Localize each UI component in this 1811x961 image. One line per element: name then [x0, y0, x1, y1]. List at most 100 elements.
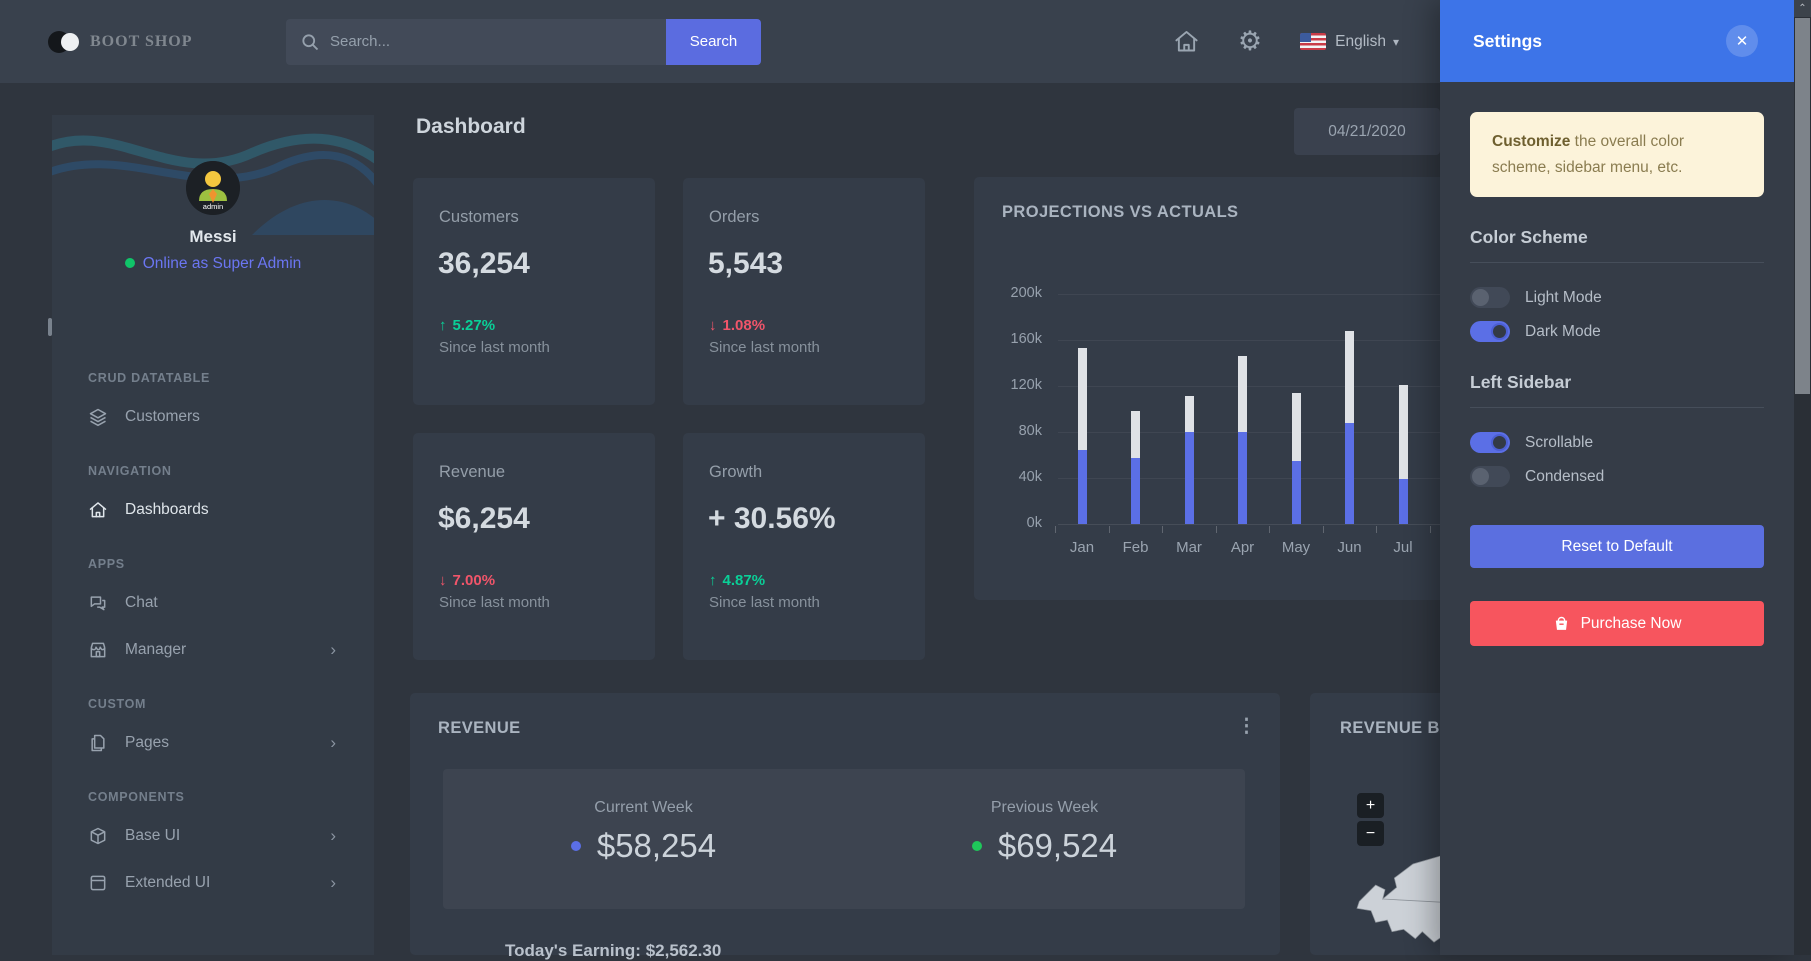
page-scrollbar: ⌃: [1794, 0, 1811, 955]
sidebar-item-dashboards[interactable]: Dashboards: [88, 486, 374, 533]
current-week-dot-icon: [570, 841, 581, 851]
stat-card-revenue: Revenue $6,254 ↓ 7.00% Since last month: [413, 433, 655, 660]
online-dot-icon: [124, 258, 135, 268]
sidebar-item-label: Pages: [125, 733, 169, 751]
bar-projections-jan: [1077, 348, 1087, 451]
toggle-switch[interactable]: [1470, 321, 1510, 343]
bar-actuals-jan: [1077, 450, 1087, 524]
bar-actuals-may: [1291, 460, 1301, 524]
bar-actuals-feb: [1131, 458, 1140, 524]
language-selector[interactable]: English ▾: [1300, 33, 1399, 51]
home-icon: [88, 500, 108, 520]
toggle-scrollable[interactable]: Scrollable: [1470, 432, 1764, 454]
toggle-switch[interactable]: [1470, 466, 1510, 488]
sidebar-heading-navigation: NAVIGATION: [88, 464, 172, 478]
x-axis-label: Jul: [1393, 539, 1413, 556]
scrollbar-up-arrow[interactable]: ⌃: [1794, 0, 1811, 17]
settings-panel-header: Settings ✕: [1440, 0, 1794, 82]
bar-projections-feb: [1131, 411, 1140, 459]
avatar[interactable]: admin: [186, 161, 240, 215]
chat-icon: [88, 593, 108, 613]
stat-delta: ↑ 4.87%: [709, 572, 925, 589]
sidebar-profile: admin Messi Online as Super Admin: [52, 115, 374, 343]
scrollbar-thumb[interactable]: [1795, 18, 1810, 394]
bar-projections-jun: [1345, 330, 1354, 423]
sidebar-item-customers[interactable]: Customers: [88, 393, 374, 440]
chevron-right-icon: ›: [330, 872, 336, 892]
customize-notice: Customize the overall color scheme, side…: [1470, 112, 1764, 198]
x-axis-tick: [1108, 526, 1110, 533]
chevron-right-icon: ›: [330, 825, 336, 845]
y-axis-tick: 200k: [1010, 285, 1042, 301]
language-label: English: [1335, 32, 1386, 50]
left-sidebar: admin Messi Online as Super Admin CRUD D…: [52, 115, 374, 955]
sidebar-item-extended-ui[interactable]: Extended UI ›: [88, 859, 374, 906]
purchase-now-button[interactable]: Purchase Now: [1470, 601, 1764, 647]
sidebar-heading-crud-datatable: CRUD DATATABLE: [88, 371, 211, 385]
home-icon[interactable]: [1173, 28, 1200, 55]
close-icon[interactable]: ✕: [1726, 25, 1758, 57]
settings-sections: Color Scheme Light Mode Dark Mode Left Side…: [1470, 227, 1764, 488]
shopping-bag-icon: [1555, 616, 1567, 630]
kebab-menu-icon[interactable]: ⋮: [1237, 715, 1256, 738]
x-axis-label: May: [1281, 539, 1311, 556]
sidebar-heading-components: COMPONENTS: [88, 790, 185, 804]
x-axis-label: Mar: [1176, 539, 1202, 556]
search-bar: Search: [286, 18, 761, 65]
sidebar-item-pages[interactable]: Pages ›: [88, 719, 374, 766]
date-picker[interactable]: 04/21/2020: [1294, 108, 1440, 155]
brand-logo[interactable]: BOOT SHOP: [48, 30, 228, 54]
search-input[interactable]: [286, 18, 666, 65]
sidebar-item-chat[interactable]: Chat: [88, 579, 374, 626]
divider: [1470, 407, 1764, 409]
stat-delta: ↑ 5.27%: [439, 317, 655, 334]
previous-week-value: $69,524: [844, 827, 1245, 865]
settings-title: Settings: [1473, 30, 1543, 51]
toggle-condensed[interactable]: Condensed: [1470, 466, 1764, 488]
divider: [1470, 262, 1764, 264]
toggle-label: Light Mode: [1525, 288, 1602, 306]
stat-delta: ↓ 7.00%: [439, 572, 655, 589]
search-button[interactable]: Search: [666, 18, 761, 65]
sidebar-item-label: Base UI: [125, 826, 181, 844]
map-zoom-in-button[interactable]: +: [1357, 793, 1384, 818]
sidebar-scrollbar-thumb[interactable]: [48, 318, 52, 336]
sidebar-item-label: Chat: [125, 593, 158, 611]
box-icon: [88, 826, 108, 846]
toggle-switch[interactable]: [1470, 432, 1510, 454]
bar-projections-mar: [1184, 396, 1194, 432]
revenue-card-title: REVENUE: [438, 719, 521, 737]
toggle-light-mode[interactable]: Light Mode: [1470, 287, 1764, 309]
x-axis-tick: [1322, 526, 1324, 533]
toggle-label: Condensed: [1525, 467, 1605, 485]
y-axis-tick: 0k: [1026, 515, 1042, 531]
reset-to-default-button[interactable]: Reset to Default: [1470, 525, 1764, 569]
bar-projections-may: [1291, 392, 1301, 461]
current-week-value: $58,254: [443, 827, 844, 865]
toggle-label: Dark Mode: [1525, 322, 1601, 340]
avatar-badge-text: admin: [203, 202, 223, 211]
stat-delta-value: 5.27%: [452, 317, 496, 334]
user-name: Messi: [189, 227, 237, 246]
settings-panel: Settings ✕ Customize the overall color s…: [1440, 0, 1794, 955]
stat-label: Growth: [709, 463, 763, 481]
current-week-block: Current Week $58,254: [443, 769, 844, 909]
current-week-label: Current Week: [594, 799, 693, 816]
gear-icon[interactable]: ⚙: [1238, 28, 1262, 55]
gridline: [1058, 524, 1458, 525]
toggle-label: Scrollable: [1525, 433, 1594, 451]
stat-card-customers: Customers 36,254 ↑ 5.27% Since last month: [413, 178, 655, 405]
us-flag-icon: [1300, 33, 1327, 50]
x-axis-tick: [1215, 526, 1217, 533]
sidebar-item-manager[interactable]: Manager ›: [88, 626, 374, 673]
arrow-down-icon: ↓: [439, 572, 447, 589]
y-axis-tick: 160k: [1010, 331, 1042, 347]
stat-delta-value: 4.87%: [722, 572, 766, 589]
x-axis-label: Jan: [1069, 539, 1095, 556]
toggle-switch[interactable]: [1470, 287, 1510, 309]
toggle-dark-mode[interactable]: Dark Mode: [1470, 321, 1764, 343]
sidebar-item-base-ui[interactable]: Base UI ›: [88, 812, 374, 859]
settings-heading-color-scheme: Color Scheme: [1470, 227, 1588, 248]
user-status: Online as Super Admin: [52, 255, 374, 273]
stat-card-growth: Growth + 30.56% ↑ 4.87% Since last month: [683, 433, 925, 660]
